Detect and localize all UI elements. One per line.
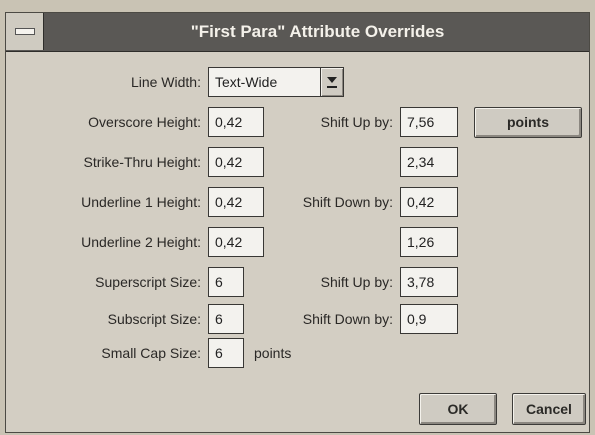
title-bar: "First Para" Attribute Overrides	[6, 13, 589, 52]
underline-1-shift-down-input[interactable]: 0,42	[400, 187, 458, 217]
superscript-size-input[interactable]: 6	[208, 267, 244, 297]
line-width-label: Line Width:	[130, 74, 201, 90]
line-width-dropdown[interactable]: Text-Wide	[208, 67, 344, 97]
small-cap-size-label: Small Cap Size:	[101, 345, 201, 361]
subscript-shift-down-label: Shift Down by:	[302, 311, 393, 327]
small-cap-size-input[interactable]: 6	[208, 338, 244, 368]
chevron-down-icon	[327, 77, 337, 83]
underline-1-height-input[interactable]: 0,42	[208, 187, 264, 217]
line-width-value: Text-Wide	[215, 74, 278, 90]
ok-button[interactable]: OK	[419, 393, 497, 425]
underline-shift-down-label: Shift Down by:	[302, 194, 393, 210]
dialog-title: "First Para" Attribute Overrides	[190, 22, 445, 41]
system-menu-button[interactable]	[6, 13, 44, 50]
arrow-underline-icon	[327, 86, 337, 88]
underline-1-height-label: Underline 1 Height:	[81, 194, 201, 210]
system-menu-icon	[15, 28, 35, 35]
overscore-shift-up-label: Shift Up by:	[320, 114, 393, 130]
units-points-button[interactable]: points	[474, 107, 582, 138]
subscript-shift-down-input[interactable]: 0,9	[400, 304, 458, 334]
underline-2-height-label: Underline 2 Height:	[81, 234, 201, 250]
cancel-button[interactable]: Cancel	[512, 393, 586, 425]
underline-2-height-input[interactable]: 0,42	[208, 227, 264, 257]
small-cap-units-label: points	[254, 345, 292, 361]
underline-2-shift-input[interactable]: 1,26	[400, 227, 458, 257]
superscript-size-label: Superscript Size:	[95, 274, 201, 290]
strike-thru-shift-input[interactable]: 2,34	[400, 147, 458, 177]
overscore-height-label: Overscore Height:	[88, 114, 201, 130]
dropdown-arrow-button[interactable]	[320, 68, 343, 96]
overscore-shift-up-input[interactable]: 7,56	[400, 107, 458, 137]
superscript-shift-up-input[interactable]: 3,78	[400, 267, 458, 297]
overscore-height-input[interactable]: 0,42	[208, 107, 264, 137]
subscript-size-label: Subscript Size:	[107, 311, 201, 327]
subscript-size-input[interactable]: 6	[208, 304, 244, 334]
superscript-shift-up-label: Shift Up by:	[320, 274, 393, 290]
strike-thru-height-label: Strike-Thru Height:	[83, 154, 201, 170]
strike-thru-height-input[interactable]: 0,42	[208, 147, 264, 177]
attribute-overrides-dialog: "First Para" Attribute Overrides Line Wi…	[5, 12, 590, 433]
